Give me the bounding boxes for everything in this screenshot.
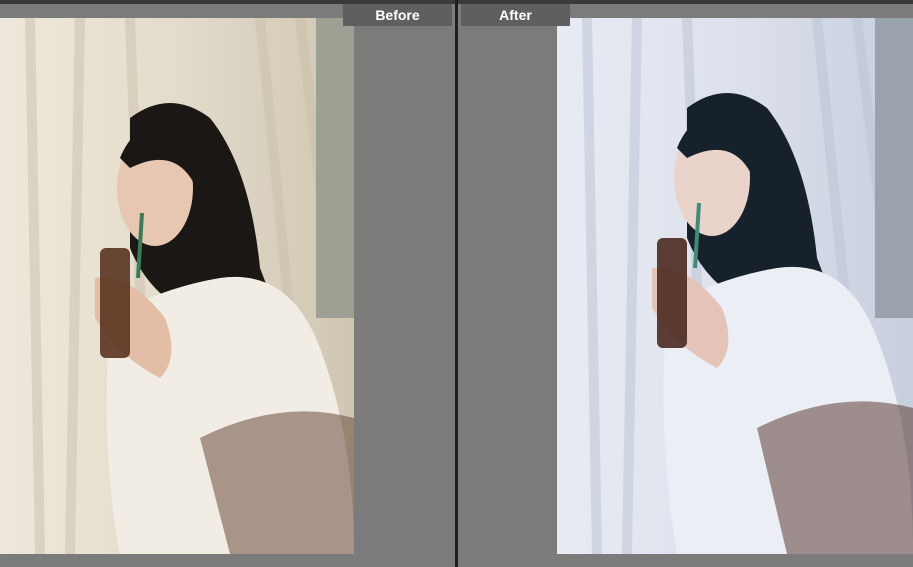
before-pane: [0, 4, 455, 567]
portrait-photo-icon: [0, 18, 354, 554]
after-label: After: [461, 4, 570, 26]
before-label: Before: [343, 4, 452, 26]
portrait-photo-icon: [557, 18, 913, 554]
before-photo: [0, 18, 354, 554]
after-photo: [557, 18, 913, 554]
after-pane: [458, 4, 913, 567]
